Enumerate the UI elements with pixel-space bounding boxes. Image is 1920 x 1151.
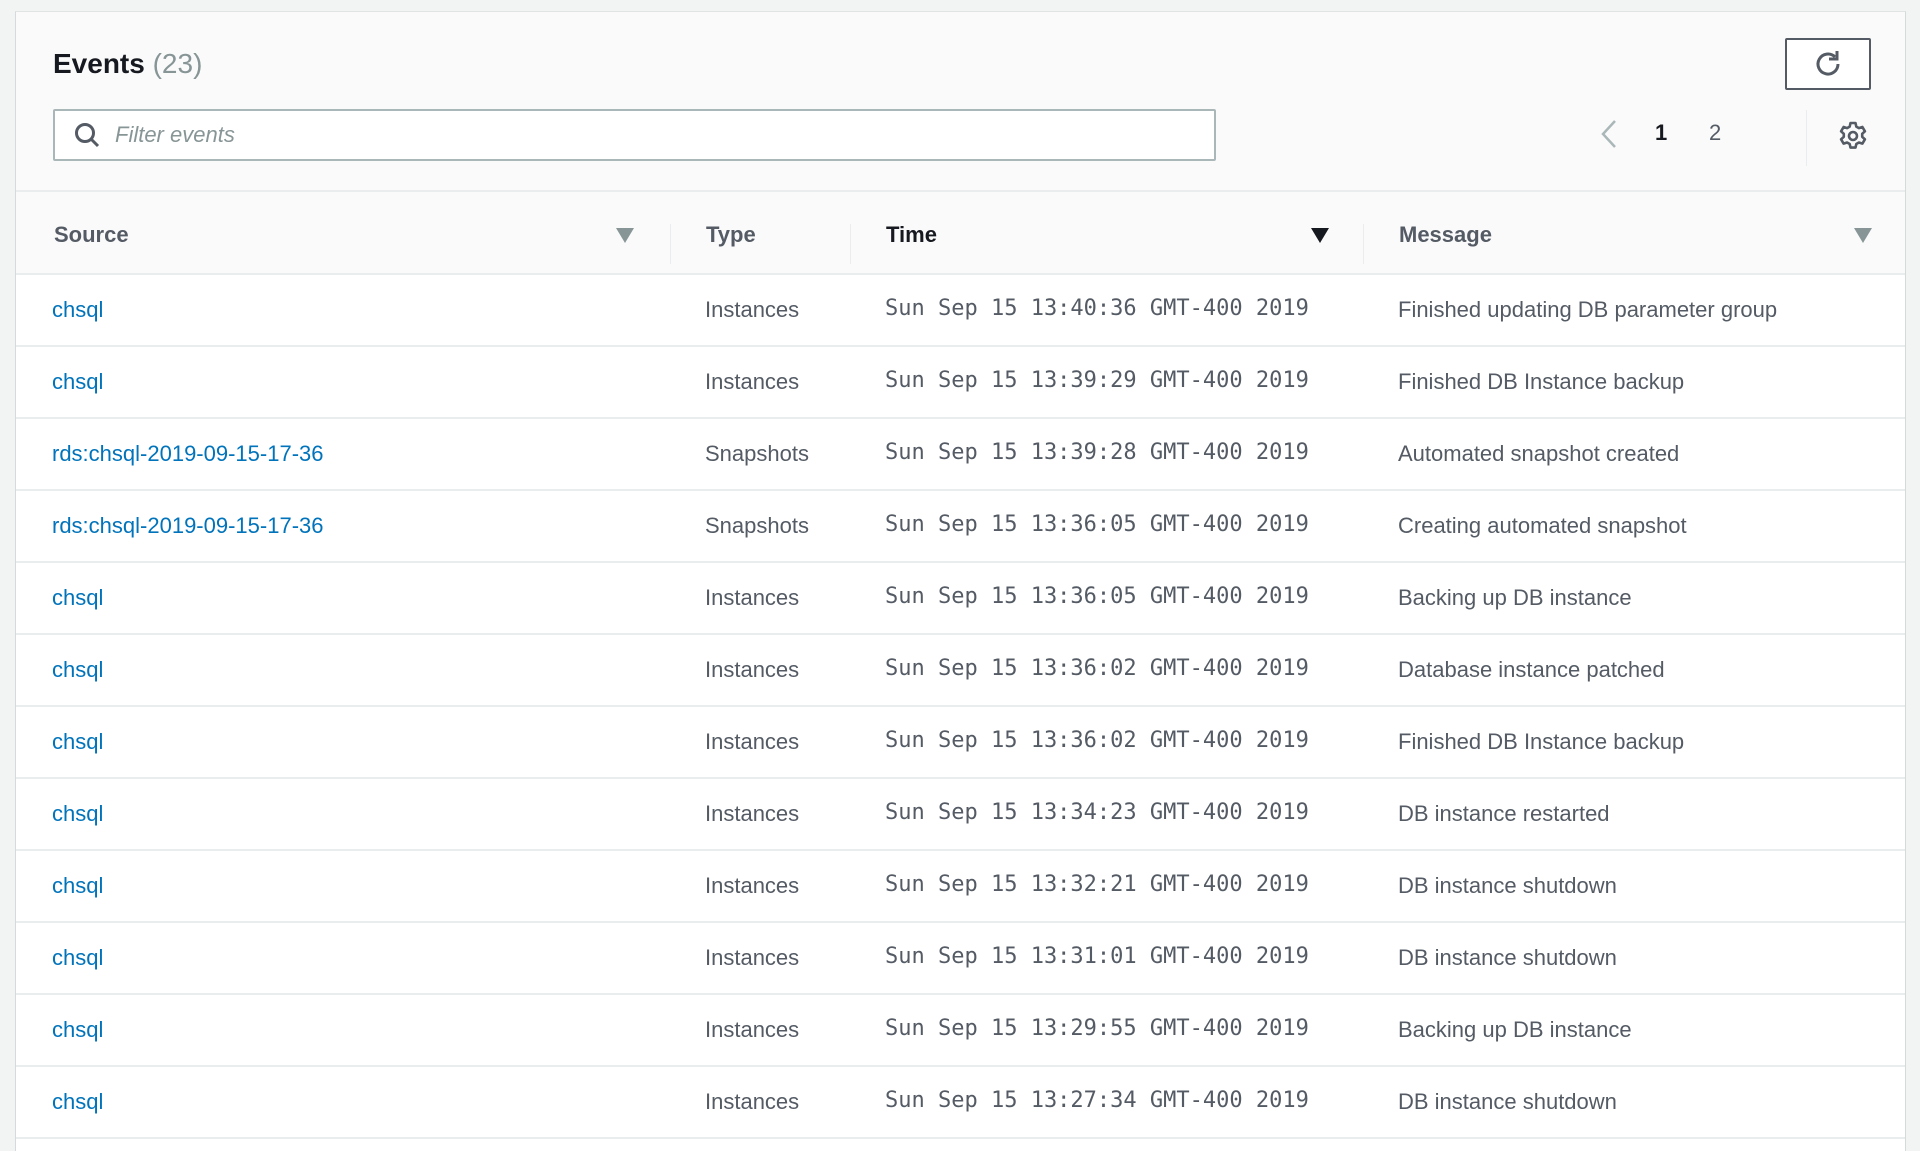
table-row: chsql Instances Sun Sep 15 13:36:05 GMT-40… [16, 563, 1905, 635]
column-separator[interactable] [1363, 224, 1364, 264]
table-row: chsql Instances Sun Sep 15 13:39:29 GMT-40… [16, 347, 1905, 419]
filter-events-search[interactable] [53, 109, 1216, 161]
divider [1806, 110, 1807, 166]
source-link[interactable]: rds:chsql-2019-09-15-17-36 [52, 441, 324, 467]
source-link[interactable]: chsql [52, 873, 103, 899]
panel-header: Events (23) 1 2 [16, 12, 1905, 192]
source-link[interactable]: chsql [52, 1089, 103, 1115]
table-row: rds:chsql-2019-09-15-17-36 Snapshots Sun S… [16, 419, 1905, 491]
source-link[interactable]: chsql [52, 657, 103, 683]
column-header-type[interactable]: Type [706, 222, 756, 248]
type-cell: Snapshots [705, 441, 809, 467]
time-cell: Sun Sep 15 13:32:21 GMT-400 2019 [885, 872, 1309, 897]
source-link[interactable]: chsql [52, 801, 103, 827]
message-cell: Finished DB Instance backup [1398, 369, 1684, 395]
table-row: rds:chsql-2019-09-15-17-36 Snapshots Sun S… [16, 491, 1905, 563]
preferences-button[interactable] [1837, 120, 1869, 157]
type-cell: Instances [705, 945, 799, 971]
events-panel: Events (23) 1 2 Source Type Time Message… [15, 11, 1906, 1151]
source-link[interactable]: chsql [52, 1017, 103, 1043]
sort-time-icon[interactable] [1311, 228, 1329, 243]
message-cell: Backing up DB instance [1398, 1017, 1632, 1043]
page-1-button[interactable]: 1 [1655, 120, 1667, 146]
column-header-message[interactable]: Message [1399, 222, 1492, 248]
type-cell: Snapshots [705, 513, 809, 539]
table-row: chsql Instances Sun Sep 15 13:31:01 GMT-40… [16, 923, 1905, 995]
filter-events-input[interactable] [115, 122, 1115, 148]
column-separator[interactable] [850, 224, 851, 264]
type-cell: Instances [705, 657, 799, 683]
type-cell: Instances [705, 1017, 799, 1043]
message-cell: Database instance patched [1398, 657, 1665, 683]
type-cell: Instances [705, 1089, 799, 1115]
table-row: chsql Instances Sun Sep 15 13:27:34 GMT-40… [16, 1067, 1905, 1139]
source-link[interactable]: chsql [52, 297, 103, 323]
type-cell: Instances [705, 297, 799, 323]
time-cell: Sun Sep 15 13:27:34 GMT-400 2019 [885, 1088, 1309, 1113]
table-row: chsql Instances Sun Sep 15 13:34:23 GMT-40… [16, 779, 1905, 851]
message-cell: DB instance shutdown [1398, 945, 1617, 971]
type-cell: Instances [705, 585, 799, 611]
message-cell: DB instance shutdown [1398, 1089, 1617, 1115]
table-row: chsql Instances Sun Sep 15 13:32:21 GMT-40… [16, 851, 1905, 923]
sort-source-icon[interactable] [616, 228, 634, 243]
message-cell: Backing up DB instance [1398, 585, 1632, 611]
previous-page-button[interactable] [1599, 118, 1619, 156]
time-cell: Sun Sep 15 13:31:01 GMT-400 2019 [885, 944, 1309, 969]
time-cell: Sun Sep 15 13:36:02 GMT-400 2019 [885, 656, 1309, 681]
page-title: Events (23) [53, 48, 202, 80]
source-link[interactable]: chsql [52, 369, 103, 395]
type-cell: Instances [705, 873, 799, 899]
time-cell: Sun Sep 15 13:36:05 GMT-400 2019 [885, 512, 1309, 537]
time-cell: Sun Sep 15 13:36:05 GMT-400 2019 [885, 584, 1309, 609]
table-row: chsql Instances Sun Sep 15 13:36:02 GMT-40… [16, 635, 1905, 707]
gear-icon [1837, 120, 1869, 152]
type-cell: Instances [705, 729, 799, 755]
column-header-time[interactable]: Time [886, 222, 937, 248]
time-cell: Sun Sep 15 13:39:28 GMT-400 2019 [885, 440, 1309, 465]
search-icon [73, 121, 101, 149]
source-link[interactable]: chsql [52, 585, 103, 611]
table-row: chsql Instances Sun Sep 15 13:40:36 GMT-40… [16, 275, 1905, 347]
table-header: Source Type Time Message [16, 192, 1905, 275]
sort-message-icon[interactable] [1854, 228, 1872, 243]
message-cell: DB instance shutdown [1398, 873, 1617, 899]
event-count: (23) [153, 48, 203, 79]
message-cell: Creating automated snapshot [1398, 513, 1687, 539]
column-header-source[interactable]: Source [54, 222, 129, 248]
time-cell: Sun Sep 15 13:39:29 GMT-400 2019 [885, 368, 1309, 393]
table-row: chsql Instances Sun Sep 15 13:36:02 GMT-40… [16, 707, 1905, 779]
time-cell: Sun Sep 15 13:36:02 GMT-400 2019 [885, 728, 1309, 753]
time-cell: Sun Sep 15 13:29:55 GMT-400 2019 [885, 1016, 1309, 1041]
message-cell: DB instance restarted [1398, 801, 1610, 827]
source-link[interactable]: rds:chsql-2019-09-15-17-36 [52, 513, 324, 539]
message-cell: Automated snapshot created [1398, 441, 1679, 467]
refresh-button[interactable] [1785, 38, 1871, 90]
page-2-button[interactable]: 2 [1709, 120, 1721, 146]
time-cell: Sun Sep 15 13:34:23 GMT-400 2019 [885, 800, 1309, 825]
title-text: Events [53, 48, 145, 79]
chevron-left-icon [1599, 118, 1619, 150]
time-cell: Sun Sep 15 13:40:36 GMT-400 2019 [885, 296, 1309, 321]
type-cell: Instances [705, 369, 799, 395]
type-cell: Instances [705, 801, 799, 827]
source-link[interactable]: chsql [52, 729, 103, 755]
column-separator[interactable] [670, 224, 671, 264]
message-cell: Finished DB Instance backup [1398, 729, 1684, 755]
refresh-icon [1812, 48, 1844, 80]
message-cell: Finished updating DB parameter group [1398, 297, 1777, 323]
table-row: chsql Instances Sun Sep 15 13:29:55 GMT-40… [16, 995, 1905, 1067]
source-link[interactable]: chsql [52, 945, 103, 971]
